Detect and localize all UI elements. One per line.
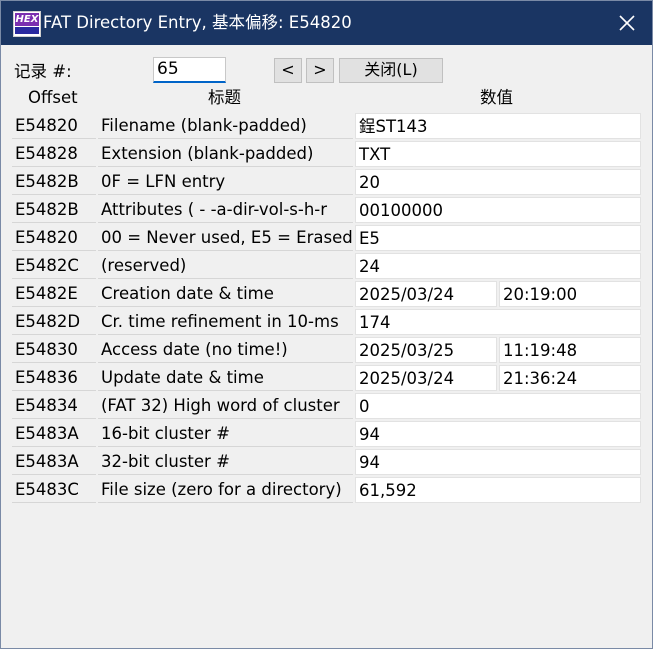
record-number-input[interactable]: 65 [153,57,226,83]
row-value-time[interactable]: 20:19:00 [499,281,641,307]
row-offset: E5483A [12,449,96,475]
row-title: 0F = LFN entry [98,169,353,195]
row-title: Attributes ( - -a-dir-vol-s-h-r [98,197,353,223]
row-value[interactable]: 174 [355,309,641,335]
row-offset: E54828 [12,141,96,167]
row-value[interactable]: 00100000 [355,197,641,223]
row-value[interactable]: E5 [355,225,641,251]
row-offset: E54830 [12,337,96,363]
row-value-date[interactable]: 2025/03/24 [355,365,497,391]
row-offset: E5482C [12,253,96,279]
row-value[interactable]: TXT [355,141,641,167]
row-value[interactable]: 0 [355,393,641,419]
row-title: Update date & time [98,365,353,391]
row-value-time[interactable]: 21:36:24 [499,365,641,391]
row-value-date[interactable]: 2025/03/24 [355,281,497,307]
row-value[interactable]: 94 [355,449,641,475]
row-title: Filename (blank-padded) [98,113,353,139]
row-value[interactable]: 鋥ST143 [355,113,641,139]
prev-record-button[interactable]: < [274,58,302,83]
column-header-value: 数值 [480,88,513,107]
row-title: 16-bit cluster # [98,421,353,447]
row-offset: E5483A [12,421,96,447]
row-title: (FAT 32) High word of cluster [98,393,353,419]
row-offset: E54820 [12,113,96,139]
hex-editor-app-icon: HEX [13,11,41,37]
row-value[interactable]: 24 [355,253,641,279]
row-offset: E54836 [12,365,96,391]
row-offset: E54820 [12,225,96,251]
column-header-offset: Offset [28,88,78,107]
row-title: Access date (no time!) [98,337,353,363]
row-title: (reserved) [98,253,353,279]
record-label: 记录 #: [14,62,72,81]
row-offset: E5482D [12,309,96,335]
row-title: 32-bit cluster # [98,449,353,475]
app-icon-label: HEX [15,13,39,26]
row-offset: E5482B [12,197,96,223]
title-bar: HEX FAT Directory Entry, 基本偏移: E54820 [1,1,652,45]
row-value-time[interactable]: 11:19:48 [499,337,641,363]
row-title: Cr. time refinement in 10-ms [98,309,353,335]
row-offset: E5482E [12,281,96,307]
row-offset: E5482B [12,169,96,195]
row-offset: E54834 [12,393,96,419]
row-offset: E5483C [12,477,96,503]
fat-directory-entry-dialog: HEX FAT Directory Entry, 基本偏移: E54820 记录… [0,0,653,649]
row-value-date[interactable]: 2025/03/25 [355,337,497,363]
close-button[interactable]: 关闭(L) [339,58,443,83]
column-header-title: 标题 [208,88,241,107]
row-title: File size (zero for a directory) [98,477,353,503]
window-title: FAT Directory Entry, 基本偏移: E54820 [43,13,352,32]
row-title: Extension (blank-padded) [98,141,353,167]
row-value[interactable]: 61,592 [355,477,641,503]
close-icon[interactable] [609,7,645,39]
next-record-button[interactable]: > [306,58,334,83]
row-value[interactable]: 20 [355,169,641,195]
row-title: 00 = Never used, E5 = Erased [98,225,353,251]
row-title: Creation date & time [98,281,353,307]
app-icon-stripe [15,27,39,34]
row-value[interactable]: 94 [355,421,641,447]
